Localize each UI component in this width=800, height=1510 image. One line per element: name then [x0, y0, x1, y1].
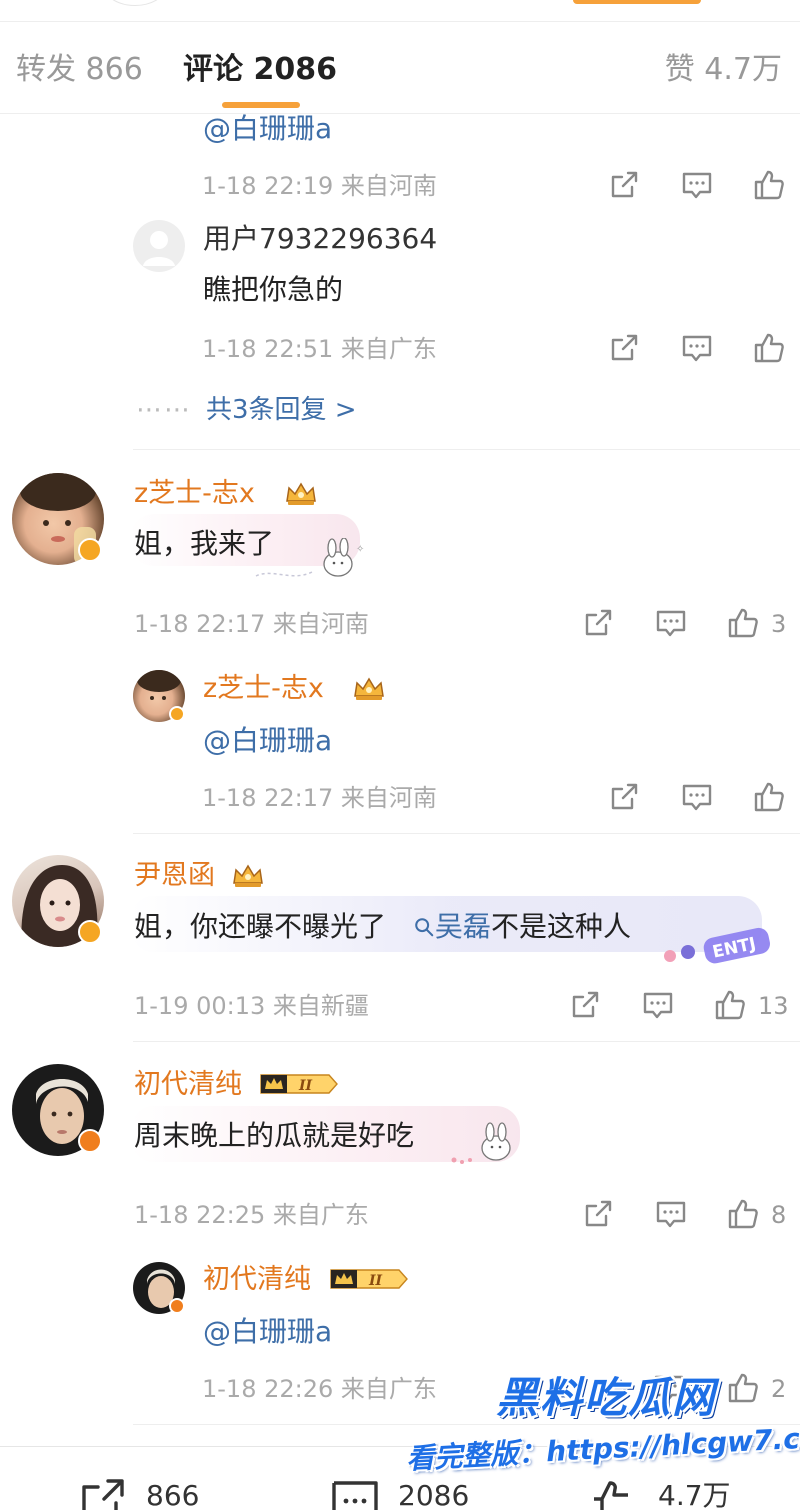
entj-sticker-icon: ENTJ	[664, 927, 770, 964]
like-icon[interactable]	[751, 167, 787, 203]
reply-mention[interactable]: @白珊珊a	[203, 724, 332, 758]
member-level-badge: II	[259, 1071, 339, 1097]
verified-badge-icon	[169, 706, 185, 722]
divider	[133, 1041, 800, 1042]
search-term: 吴磊	[434, 910, 491, 943]
comment-count[interactable]: 2086	[398, 1481, 469, 1510]
crown-icon	[352, 676, 386, 702]
search-icon	[415, 918, 434, 937]
like-count: 3	[771, 610, 787, 638]
reply-username[interactable]: 初代清纯	[203, 1264, 311, 1296]
comment-username[interactable]: 初代清纯	[134, 1069, 242, 1101]
member-level-badge: II	[329, 1266, 409, 1292]
comment-tabs: 转发 866 评论 2086 赞 4.7万	[0, 22, 800, 114]
more-dots: ⋯⋯	[136, 395, 192, 425]
tab-comment[interactable]: 评论 2086	[183, 52, 337, 88]
like-count: 13	[758, 992, 789, 1020]
reply-mention[interactable]: @白珊珊a	[203, 1315, 332, 1349]
search-link[interactable]: 吴磊	[413, 910, 491, 944]
share-icon[interactable]	[78, 1477, 128, 1510]
site-watermark: 黑料吃瓜网 看完整版：https://hlcgw7.com	[400, 1360, 800, 1480]
comment-text: 周末晚上的瓜就是好吃	[134, 1119, 415, 1152]
like-icon[interactable]	[725, 1196, 761, 1232]
bunny-sticker-icon: ✧	[255, 538, 364, 577]
like-icon[interactable]	[751, 330, 787, 366]
reply-username[interactable]: z芝士-志x	[203, 673, 324, 705]
top-action-bar[interactable]	[573, 0, 701, 4]
reply-meta: 1-18 22:17 来自河南	[202, 784, 437, 812]
comment-icon[interactable]	[653, 1196, 689, 1232]
share-icon[interactable]	[606, 779, 642, 815]
comment-icon[interactable]	[679, 779, 715, 815]
comment-meta: 1-18 22:17 来自河南	[134, 610, 369, 638]
comment-text: 姐，你还曝不曝光了 吴磊不是这种人	[134, 910, 631, 944]
top-stub	[0, 0, 800, 22]
divider	[133, 833, 800, 834]
share-icon[interactable]	[606, 167, 642, 203]
comment-meta: 1-19 00:13 来自新疆	[134, 992, 369, 1020]
divider	[133, 449, 800, 450]
comment-meta: 1-18 22:25 来自广东	[134, 1201, 369, 1229]
repost-count[interactable]: 866	[146, 1481, 199, 1510]
like-icon[interactable]	[588, 1477, 638, 1510]
svg-text:✧: ✧	[356, 544, 364, 555]
avatar[interactable]	[133, 220, 185, 272]
like-icon[interactable]	[712, 987, 748, 1023]
level-text: II	[298, 1078, 313, 1094]
verified-badge-icon	[78, 1129, 102, 1153]
verified-badge-icon	[169, 1298, 185, 1314]
like-icon[interactable]	[725, 605, 761, 641]
comment-icon[interactable]	[679, 330, 715, 366]
comment-text-before: 姐，你还曝不曝光了	[134, 910, 387, 943]
comment-username[interactable]: 尹恩函	[134, 860, 215, 892]
reply-username[interactable]: 用户7932296364	[203, 222, 437, 256]
tab-repost[interactable]: 转发 866	[16, 52, 143, 88]
reply-meta: 1-18 22:51 来自广东	[202, 335, 437, 363]
share-icon[interactable]	[606, 330, 642, 366]
comment-text-after: 不是这种人	[490, 910, 631, 943]
watermark-title: 黑料吃瓜网	[496, 1373, 717, 1422]
reply-text: 瞧把你急的	[203, 273, 344, 306]
verified-badge-icon	[78, 538, 102, 562]
reply-meta: 1-18 22:19 来自河南	[202, 172, 437, 200]
comment-icon[interactable]	[653, 605, 689, 641]
crown-icon	[284, 481, 318, 507]
active-tab-indicator	[222, 102, 300, 108]
share-icon[interactable]	[580, 605, 616, 641]
comment-icon[interactable]	[679, 167, 715, 203]
like-count[interactable]: 4.7万	[658, 1481, 731, 1510]
more-replies-label: 共3条回复 >	[206, 395, 357, 425]
share-icon[interactable]	[580, 1196, 616, 1232]
level-text: II	[368, 1273, 383, 1289]
verified-badge-icon	[78, 920, 102, 944]
like-count: 8	[771, 1201, 787, 1229]
share-icon[interactable]	[567, 987, 603, 1023]
comment-icon[interactable]	[640, 987, 676, 1023]
comment-username[interactable]: z芝士-志x	[134, 478, 255, 510]
comment-icon[interactable]	[330, 1477, 380, 1510]
tab-like[interactable]: 赞 4.7万	[665, 52, 782, 88]
top-arc-decoration	[105, 0, 165, 6]
bunny-sticker-icon	[451, 1122, 511, 1164]
crown-icon	[231, 863, 265, 889]
reply-mention[interactable]: @白珊珊a	[203, 112, 332, 146]
like-icon[interactable]	[751, 779, 787, 815]
view-more-replies-link[interactable]: ⋯⋯ 共3条回复 >	[136, 394, 357, 426]
